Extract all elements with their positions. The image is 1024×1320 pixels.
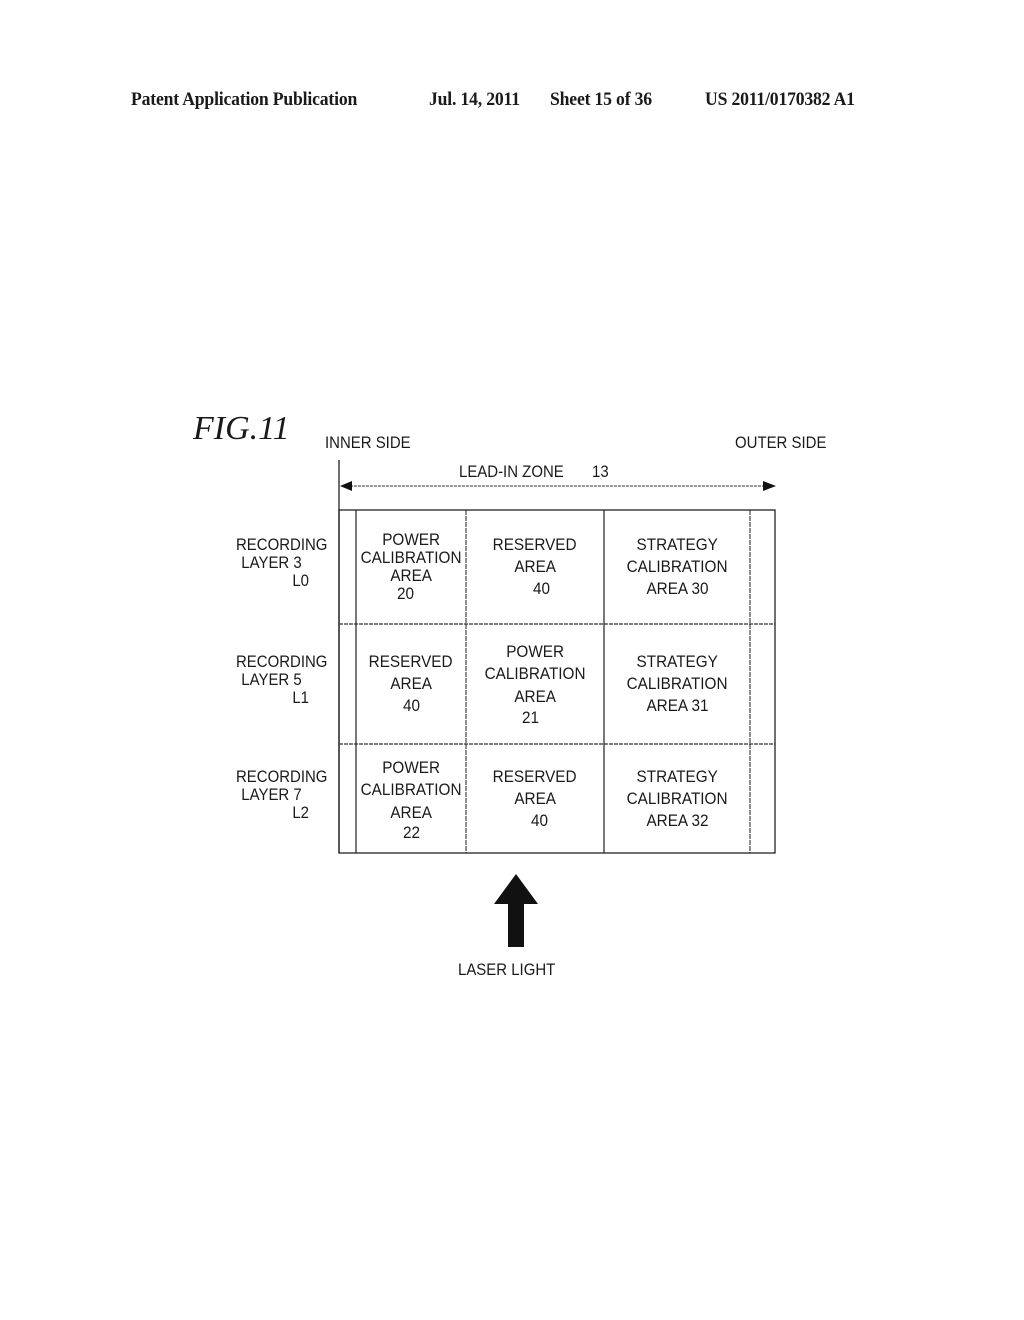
cell-power-calibration-area-20: POWER CALIBRATION AREA 20 [360, 530, 462, 603]
arrow-right-head-icon [763, 481, 776, 491]
cell-strategy-calibration-area-32: STRATEGY CALIBRATION AREA 32 [626, 766, 728, 830]
row-label-layer-7: RECORDING LAYER 7 L2 [236, 767, 328, 822]
row-label-layer-5: RECORDING LAYER 5 L1 [236, 652, 328, 707]
laser-light-label: LASER LIGHT [458, 960, 556, 979]
arrow-left-head-icon [340, 481, 352, 491]
cell-strategy-calibration-area-30: STRATEGY CALIBRATION AREA 30 [626, 535, 728, 598]
up-arrow-icon [494, 874, 538, 947]
cell-power-calibration-area-21: POWER CALIBRATION AREA 21 [484, 642, 586, 727]
cell-power-calibration-area-22: POWER CALIBRATION AREA 22 [360, 757, 462, 842]
cell-reserved-area-40-l0: RESERVED AREA 40 [493, 535, 577, 598]
row-label-layer-3: RECORDING LAYER 3 L0 [236, 535, 328, 590]
cell-reserved-area-40-l2: RESERVED AREA 40 [493, 766, 577, 830]
cell-reserved-area-40-l1: RESERVED AREA 40 [369, 652, 453, 715]
cell-strategy-calibration-area-31: STRATEGY CALIBRATION AREA 31 [626, 652, 728, 715]
